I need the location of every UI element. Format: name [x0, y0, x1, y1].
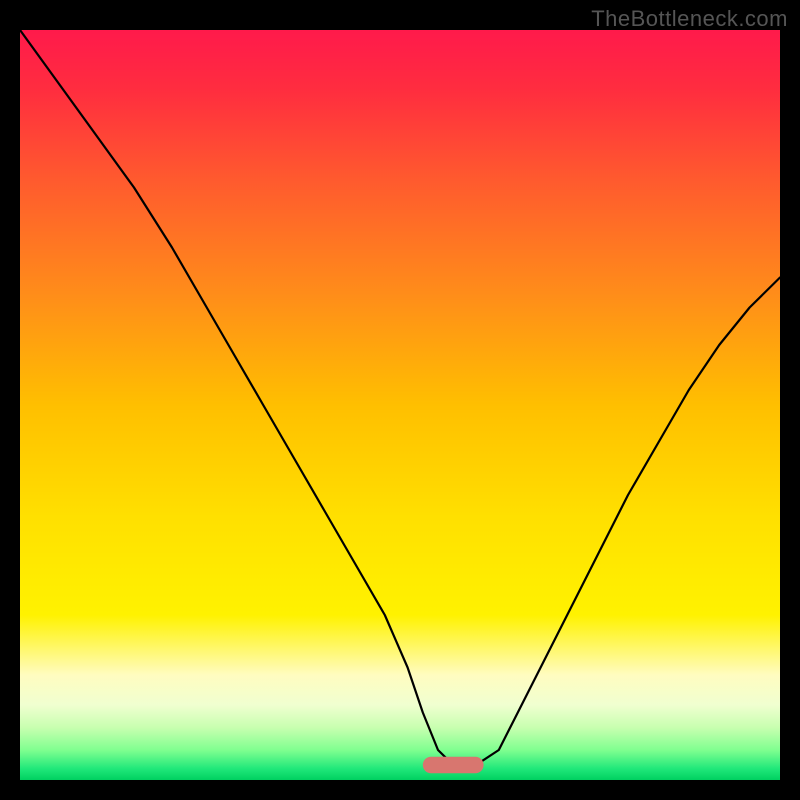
plot-area [20, 30, 780, 780]
chart-frame: TheBottleneck.com [0, 0, 800, 800]
chart-svg [20, 30, 780, 780]
watermark-text: TheBottleneck.com [591, 6, 788, 32]
optimal-marker [423, 757, 484, 774]
gradient-background [20, 30, 780, 780]
